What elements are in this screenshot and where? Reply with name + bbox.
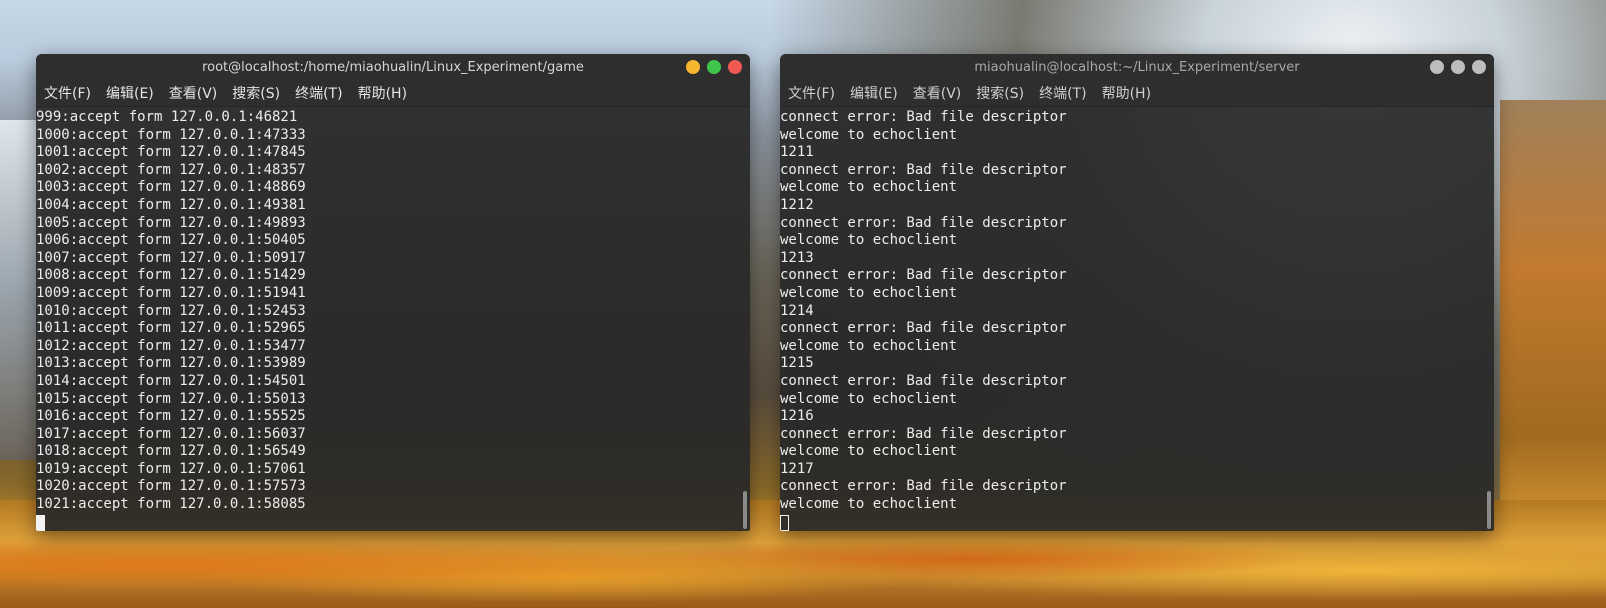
terminal-line: 1001:accept form 127.0.0.1:47845 — [36, 144, 306, 161]
window-controls — [686, 60, 742, 74]
title-bar[interactable]: root@localhost:/home/miaohualin/Linux_Ex… — [36, 54, 750, 80]
terminal-line: connect error: Bad file descriptor — [780, 478, 1067, 495]
terminal-line: 1009:accept form 127.0.0.1:51941 — [36, 284, 306, 301]
minimize-icon[interactable] — [686, 60, 700, 74]
terminal-line: connect error: Bad file descriptor — [780, 267, 1067, 284]
terminal-line: 1004:accept form 127.0.0.1:49381 — [36, 196, 306, 213]
terminal-line: 999:accept form 127.0.0.1:46821 — [36, 109, 298, 125]
menu-help[interactable]: 帮助(H) — [1102, 83, 1151, 103]
minimize-icon[interactable] — [1430, 60, 1444, 74]
close-icon[interactable] — [728, 60, 742, 74]
terminal-line: 1214 — [780, 302, 814, 319]
terminal-line: 1212 — [780, 196, 814, 213]
menu-edit[interactable]: 编辑(E) — [106, 83, 154, 103]
terminal-line: 1015:accept form 127.0.0.1:55013 — [36, 390, 306, 407]
terminal-line: 1000:accept form 127.0.0.1:47333 — [36, 126, 306, 143]
terminal-line: welcome to echoclient — [780, 337, 958, 354]
terminal-line: 1012:accept form 127.0.0.1:53477 — [36, 337, 306, 354]
terminal-line: connect error: Bad file descriptor — [780, 161, 1067, 178]
terminal-line: connect error: Bad file descriptor — [780, 425, 1067, 442]
cursor — [780, 514, 789, 531]
scrollbar[interactable] — [743, 491, 747, 529]
menu-terminal[interactable]: 终端(T) — [295, 83, 342, 103]
terminal-line: 1016:accept form 127.0.0.1:55525 — [36, 408, 306, 425]
menu-file[interactable]: 文件(F) — [788, 83, 835, 103]
prompt-line[interactable] — [36, 514, 750, 531]
terminal-line: 1215 — [780, 355, 814, 372]
terminal-line: 1211 — [780, 144, 814, 161]
maximize-icon[interactable] — [707, 60, 721, 74]
title-bar[interactable]: miaohualin@localhost:~/Linux_Experiment/… — [780, 54, 1494, 80]
menu-help[interactable]: 帮助(H) — [358, 83, 407, 103]
terminal-line: welcome to echoclient — [780, 390, 958, 407]
terminal-line: welcome to echoclient — [780, 443, 958, 460]
terminal-line: 1003:accept form 127.0.0.1:48869 — [36, 179, 306, 196]
terminal-line: welcome to echoclient — [780, 496, 958, 513]
terminal-line: connect error: Bad file descriptor — [780, 109, 1067, 125]
menu-terminal[interactable]: 终端(T) — [1039, 83, 1086, 103]
menu-bar: 文件(F) 编辑(E) 查看(V) 搜索(S) 终端(T) 帮助(H) — [36, 80, 750, 107]
window-title: miaohualin@localhost:~/Linux_Experiment/… — [974, 59, 1300, 75]
terminal-line: 1014:accept form 127.0.0.1:54501 — [36, 372, 306, 389]
terminal-line: connect error: Bad file descriptor — [780, 320, 1067, 337]
menu-search[interactable]: 搜索(S) — [976, 83, 1024, 103]
scrollbar[interactable] — [1487, 491, 1491, 529]
terminal-line: 1008:accept form 127.0.0.1:51429 — [36, 267, 306, 284]
menu-search[interactable]: 搜索(S) — [232, 83, 280, 103]
terminal-line: welcome to echoclient — [780, 232, 958, 249]
terminal-output[interactable]: 999:accept form 127.0.0.1:46821 1000:acc… — [36, 107, 750, 531]
terminal-line: connect error: Bad file descriptor — [780, 214, 1067, 231]
terminal-line: 1021:accept form 127.0.0.1:58085 — [36, 496, 306, 513]
menu-edit[interactable]: 编辑(E) — [850, 83, 898, 103]
window-title: root@localhost:/home/miaohualin/Linux_Ex… — [202, 59, 584, 75]
terminal-line: 1213 — [780, 249, 814, 266]
terminal-line: 1006:accept form 127.0.0.1:50405 — [36, 232, 306, 249]
prompt-line[interactable] — [780, 514, 1494, 531]
wallpaper-slope — [1500, 100, 1606, 520]
terminal-line: welcome to echoclient — [780, 179, 958, 196]
menu-bar: 文件(F) 编辑(E) 查看(V) 搜索(S) 终端(T) 帮助(H) — [780, 80, 1494, 107]
terminal-line: 1005:accept form 127.0.0.1:49893 — [36, 214, 306, 231]
cursor — [36, 514, 45, 531]
terminal-line: 1018:accept form 127.0.0.1:56549 — [36, 443, 306, 460]
terminal-line: connect error: Bad file descriptor — [780, 372, 1067, 389]
terminal-line: 1216 — [780, 408, 814, 425]
terminal-line: 1002:accept form 127.0.0.1:48357 — [36, 161, 306, 178]
menu-view[interactable]: 查看(V) — [913, 83, 962, 103]
terminal-line: 1019:accept form 127.0.0.1:57061 — [36, 460, 306, 477]
terminal-line: 1011:accept form 127.0.0.1:52965 — [36, 320, 306, 337]
terminal-line: 1013:accept form 127.0.0.1:53989 — [36, 355, 306, 372]
terminal-line: 1020:accept form 127.0.0.1:57573 — [36, 478, 306, 495]
menu-view[interactable]: 查看(V) — [169, 83, 218, 103]
terminal-line: 1010:accept form 127.0.0.1:52453 — [36, 302, 306, 319]
terminal-line: 1017:accept form 127.0.0.1:56037 — [36, 425, 306, 442]
close-icon[interactable] — [1472, 60, 1486, 74]
terminal-line: welcome to echoclient — [780, 284, 958, 301]
menu-file[interactable]: 文件(F) — [44, 83, 91, 103]
terminal-window-server[interactable]: miaohualin@localhost:~/Linux_Experiment/… — [780, 54, 1494, 531]
terminal-line: 1007:accept form 127.0.0.1:50917 — [36, 249, 306, 266]
maximize-icon[interactable] — [1451, 60, 1465, 74]
terminal-window-game[interactable]: root@localhost:/home/miaohualin/Linux_Ex… — [36, 54, 750, 531]
terminal-line: 1217 — [780, 460, 814, 477]
window-controls — [1430, 60, 1486, 74]
terminal-output[interactable]: connect error: Bad file descriptor welco… — [780, 107, 1494, 531]
terminal-line: welcome to echoclient — [780, 126, 958, 143]
